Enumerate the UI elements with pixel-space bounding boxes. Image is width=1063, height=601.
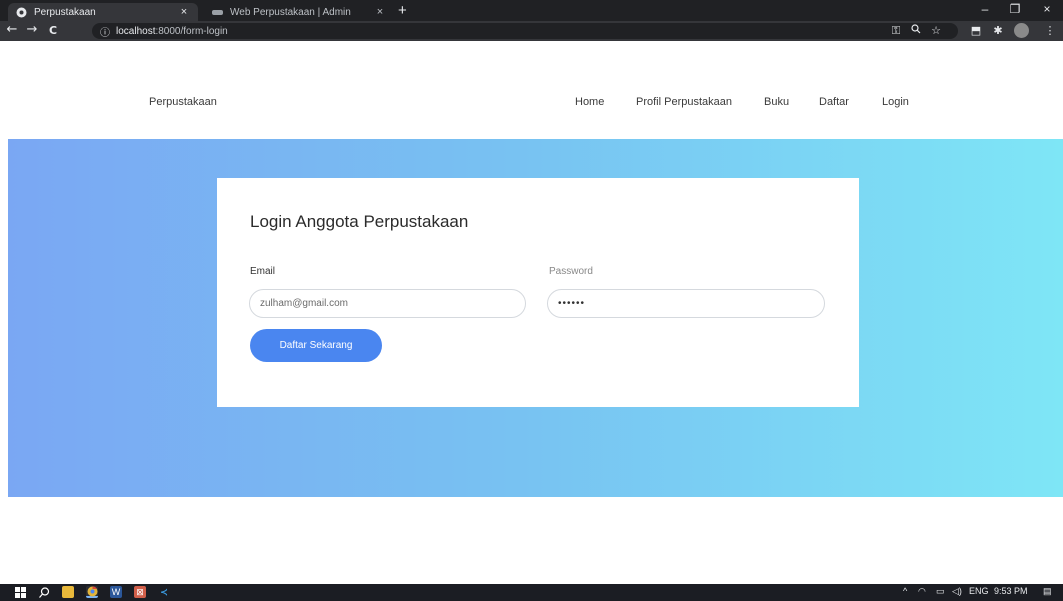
key-icon[interactable]: ⚿ bbox=[889, 24, 903, 38]
url-host: localhost bbox=[116, 25, 156, 37]
word-icon[interactable]: W bbox=[110, 586, 122, 598]
file-explorer-icon[interactable] bbox=[62, 586, 74, 598]
bookmark-star-icon[interactable]: ☆ bbox=[929, 24, 943, 37]
vscode-icon[interactable]: ≺ bbox=[158, 586, 170, 598]
email-field[interactable] bbox=[249, 289, 526, 318]
site-header bbox=[0, 41, 1063, 139]
globe-icon bbox=[16, 7, 27, 18]
chrome-icon[interactable] bbox=[86, 585, 98, 598]
clock[interactable]: 9:53 PM bbox=[994, 586, 1028, 596]
windows-start-icon[interactable] bbox=[14, 586, 26, 598]
site-info-icon[interactable]: ⓘ bbox=[100, 24, 110, 39]
password-label: Password bbox=[549, 266, 593, 277]
tab-close-icon[interactable]: × bbox=[374, 6, 386, 18]
tray-chevron-icon[interactable]: ^ bbox=[903, 586, 907, 596]
site-brand[interactable]: Perpustakaan bbox=[149, 96, 217, 108]
notifications-icon[interactable]: ▤ bbox=[1043, 586, 1052, 597]
volume-icon[interactable]: ◁) bbox=[952, 586, 962, 597]
battery-icon[interactable]: ▭ bbox=[936, 586, 945, 597]
email-label: Email bbox=[250, 266, 276, 277]
nav-buku[interactable]: Buku bbox=[764, 96, 789, 108]
language-indicator[interactable]: ENG bbox=[969, 586, 989, 596]
nav-login[interactable]: Login bbox=[882, 96, 909, 108]
search-icon[interactable] bbox=[38, 586, 50, 598]
minimize-button[interactable]: – bbox=[970, 2, 1000, 16]
windows-taskbar: W ⊠ ≺ ^ ◠ ▭ ◁) ENG 9:53 PM ▤ bbox=[0, 584, 1063, 601]
tab-close-icon[interactable]: × bbox=[178, 6, 190, 18]
reload-button[interactable]: C bbox=[45, 24, 61, 37]
zoom-icon[interactable] bbox=[909, 24, 923, 37]
extension-icon[interactable]: ⬒ bbox=[969, 24, 983, 37]
nav-daftar[interactable]: Daftar bbox=[819, 96, 849, 108]
nav-home[interactable]: Home bbox=[575, 96, 604, 108]
close-window-button[interactable]: × bbox=[1032, 2, 1062, 16]
puzzle-icon[interactable]: ✱ bbox=[991, 24, 1005, 37]
browser-tab-bar: Perpustakaan × Web Perpustakaan | Admin … bbox=[0, 0, 1063, 21]
web-icon bbox=[212, 7, 223, 18]
new-tab-button[interactable]: + bbox=[398, 2, 407, 19]
tab-perpustakaan[interactable]: Perpustakaan × bbox=[8, 3, 198, 21]
back-button[interactable]: ← bbox=[4, 22, 20, 37]
profile-avatar[interactable] bbox=[1014, 23, 1029, 38]
browser-toolbar: ← → C ⓘ localhost:8000/form-login ⚿ ☆ ⬒ … bbox=[0, 21, 1063, 41]
app-icon[interactable]: ⊠ bbox=[134, 586, 146, 598]
tab-title: Perpustakaan bbox=[34, 6, 96, 18]
url-path: :8000/form-login bbox=[155, 25, 228, 37]
login-title: Login Anggota Perpustakaan bbox=[250, 212, 469, 231]
tab-admin[interactable]: Web Perpustakaan | Admin × bbox=[204, 3, 394, 21]
restore-button[interactable]: ❐ bbox=[1000, 2, 1030, 16]
tab-title: Web Perpustakaan | Admin bbox=[230, 6, 351, 18]
submit-button[interactable]: Daftar Sekarang bbox=[250, 329, 382, 362]
address-bar[interactable]: ⓘ localhost:8000/form-login bbox=[92, 23, 958, 39]
menu-icon[interactable]: ⋮ bbox=[1043, 24, 1057, 37]
nav-profil-perpustakaan[interactable]: Profil Perpustakaan bbox=[636, 96, 732, 108]
forward-button[interactable]: → bbox=[24, 22, 40, 37]
network-icon[interactable]: ◠ bbox=[918, 586, 926, 597]
password-field[interactable] bbox=[547, 289, 825, 318]
